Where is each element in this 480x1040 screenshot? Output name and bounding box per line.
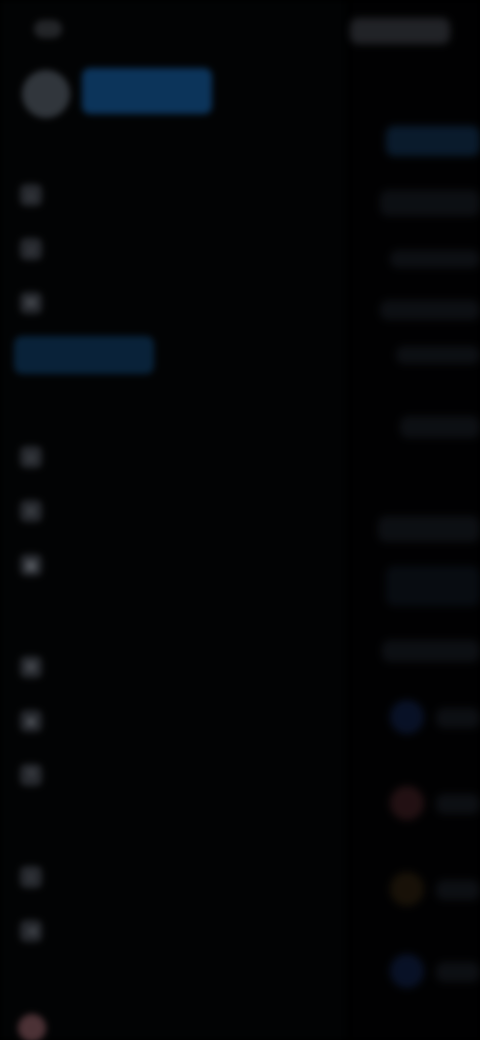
settings-icon: ⚙ bbox=[20, 656, 42, 678]
users-icon: ☺ bbox=[20, 446, 42, 468]
bottom-user-row[interactable] bbox=[18, 1010, 138, 1040]
avatar[interactable] bbox=[390, 872, 424, 906]
content-row bbox=[400, 416, 480, 438]
help-icon: ? bbox=[20, 764, 42, 786]
menu-item-home[interactable]: ⌂ bbox=[14, 176, 214, 214]
content-row bbox=[390, 250, 480, 268]
calendar-icon: ▦ bbox=[20, 554, 42, 576]
avatar[interactable] bbox=[18, 1014, 46, 1040]
menu-item-bookmarks[interactable] bbox=[14, 336, 154, 374]
content-row bbox=[378, 516, 480, 542]
navigation-drawer: ⌂ ♪ ✉ ☺ ≡ ▦ ⚙ ◈ ? i ⇥ bbox=[0, 0, 350, 1040]
avatar[interactable] bbox=[390, 700, 424, 734]
status-indicator bbox=[34, 20, 62, 38]
home-icon: ⌂ bbox=[20, 184, 42, 206]
menu-item-help[interactable]: ? bbox=[14, 756, 214, 794]
content-row bbox=[436, 794, 480, 814]
content-row bbox=[382, 640, 480, 662]
content-row bbox=[436, 708, 480, 728]
content-pane bbox=[350, 0, 480, 1040]
menu-item-privacy[interactable]: ◈ bbox=[14, 702, 214, 740]
info-icon: i bbox=[20, 866, 42, 888]
profile-header[interactable] bbox=[22, 66, 222, 120]
content-row bbox=[380, 300, 480, 320]
content-row bbox=[396, 346, 480, 364]
profile-name[interactable] bbox=[82, 68, 212, 114]
content-row bbox=[436, 880, 480, 900]
menu-item-about[interactable]: i bbox=[14, 858, 214, 896]
message-icon: ✉ bbox=[20, 292, 42, 314]
shield-icon: ◈ bbox=[20, 710, 42, 732]
menu-item-lists[interactable]: ≡ bbox=[14, 492, 214, 530]
list-icon: ≡ bbox=[20, 500, 42, 522]
menu-item-logout[interactable]: ⇥ bbox=[14, 912, 214, 950]
avatar[interactable] bbox=[22, 70, 70, 118]
avatar[interactable] bbox=[390, 954, 424, 988]
avatar[interactable] bbox=[390, 786, 424, 820]
content-row bbox=[380, 190, 480, 216]
content-row bbox=[436, 962, 480, 982]
menu-item-calendar[interactable]: ▦ bbox=[14, 546, 214, 584]
menu-item-notifications[interactable]: ♪ bbox=[14, 230, 214, 268]
app-screen: ⌂ ♪ ✉ ☺ ≡ ▦ ⚙ ◈ ? i ⇥ bbox=[0, 0, 480, 1040]
menu-item-messages[interactable]: ✉ bbox=[14, 284, 214, 322]
logout-icon: ⇥ bbox=[20, 920, 42, 942]
content-card[interactable] bbox=[386, 566, 480, 606]
bell-icon: ♪ bbox=[20, 238, 42, 260]
content-banner[interactable] bbox=[386, 126, 480, 156]
header-chip[interactable] bbox=[350, 18, 450, 44]
menu-item-settings[interactable]: ⚙ bbox=[14, 648, 214, 686]
menu-item-groups[interactable]: ☺ bbox=[14, 438, 214, 476]
